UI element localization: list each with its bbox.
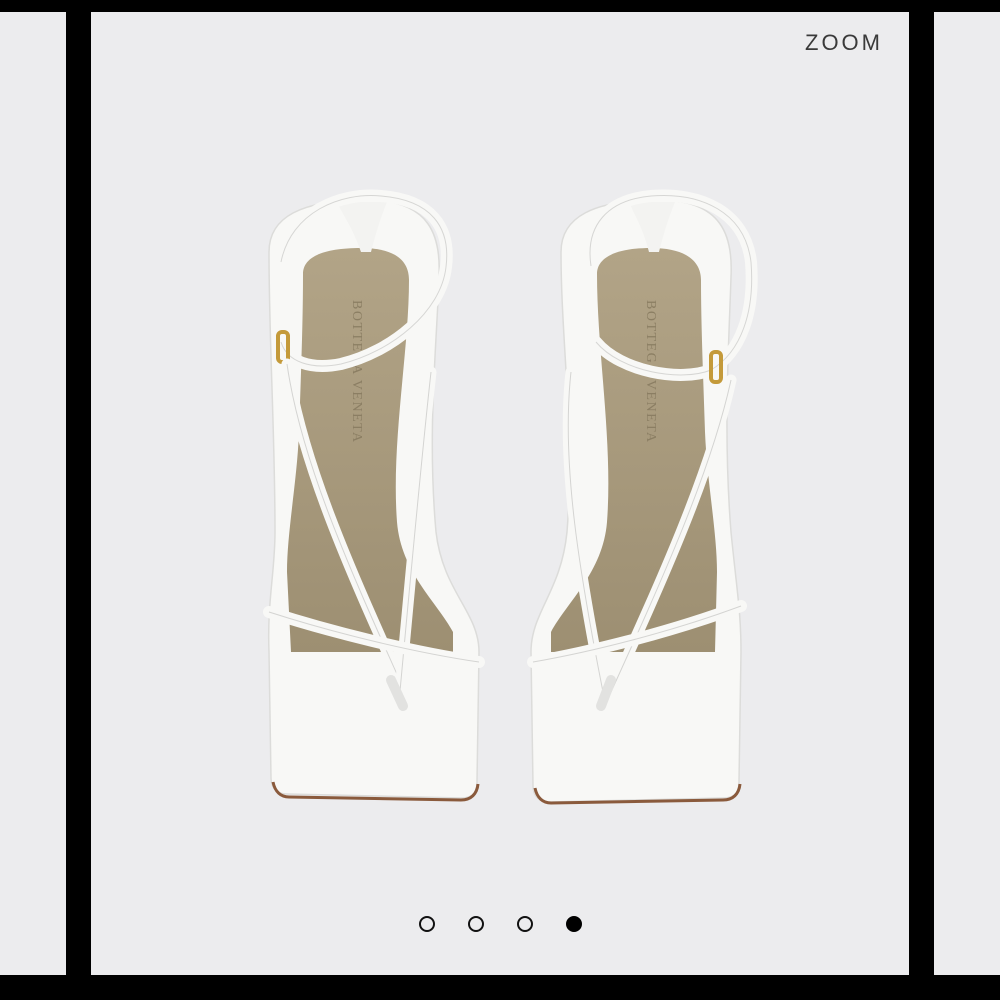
left-sandal: BOTTEGA VENETA [263,189,485,802]
image-pagination [91,916,909,932]
pagination-dot-1[interactable] [418,916,435,932]
left-insole-brand: BOTTEGA VENETA [349,300,364,444]
pagination-dot-3[interactable] [516,916,533,932]
pagination-dot-2[interactable] [467,916,484,932]
product-image-viewer: BOTTEGA VENETA BOTTEGA VENETA ZOOM [91,12,909,975]
pagination-dot-4[interactable] [565,916,582,932]
right-sandal: BOTTEGA VENETA [527,189,758,805]
zoom-button[interactable]: ZOOM [805,30,883,56]
product-image[interactable]: BOTTEGA VENETA BOTTEGA VENETA [91,12,909,975]
next-slide-peek[interactable] [934,12,1000,975]
previous-slide-peek[interactable] [0,12,66,975]
